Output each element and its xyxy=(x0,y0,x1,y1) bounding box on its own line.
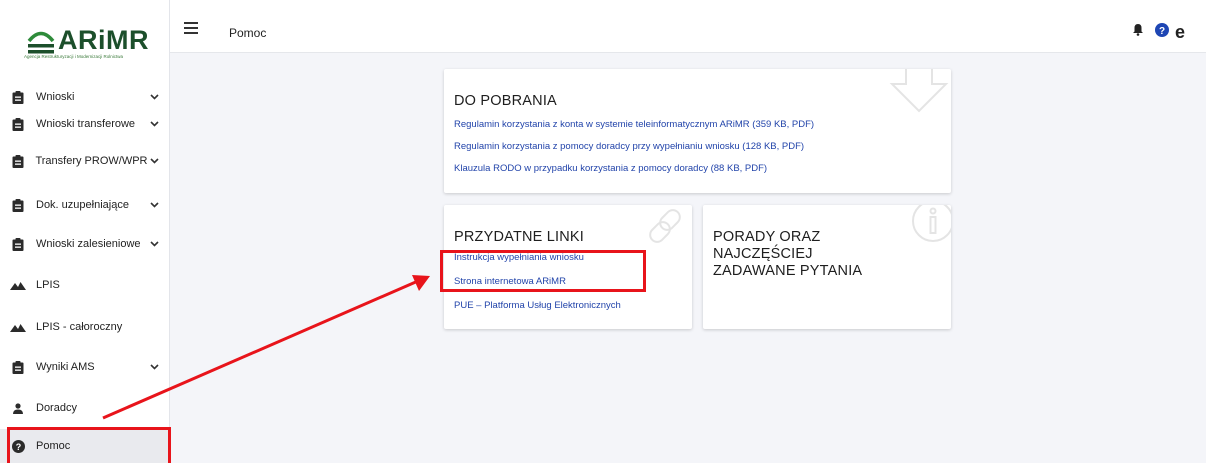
downloads-title: DO POBRANIA xyxy=(454,93,557,109)
download-link-regulamin-doradcy[interactable]: Regulamin korzystania z pomocy doradcy p… xyxy=(454,141,804,152)
sidebar-item-wyniki-ams[interactable]: Wyniki AMS xyxy=(0,347,169,387)
clipboard-icon xyxy=(10,236,26,252)
faq-title-line-3: ZADAWANE PYTANIA xyxy=(713,263,863,279)
link-bg-icon xyxy=(649,209,681,243)
top-bar: Pomoc ? e xyxy=(170,0,1206,53)
sidebar-item-transfery-prow-wpr[interactable]: Transfery PROW/WPR xyxy=(0,141,169,181)
sidebar-item-label: LPIS - całoroczny xyxy=(36,321,123,333)
logo-subtitle: Agencja Restrukturyzacji i Modernizacji … xyxy=(24,54,124,59)
download-bg-icon xyxy=(889,69,949,113)
sidebar-item-lpis-caloroczny[interactable]: LPIS - całoroczny xyxy=(0,307,169,347)
sidebar-item-wnioski-zalesieniowe[interactable]: Wnioski zalesieniowe xyxy=(0,224,169,264)
info-bg-icon xyxy=(912,205,951,242)
highlight-box-links xyxy=(440,250,646,292)
sidebar-item-label: Wyniki AMS xyxy=(36,361,95,373)
link-pue-platforma[interactable]: PUE – Platforma Usług Elektronicznych xyxy=(454,300,621,311)
chevron-down-icon xyxy=(147,121,161,127)
mountain-icon xyxy=(10,319,26,335)
chevron-down-icon xyxy=(147,158,161,164)
page-title: Pomoc xyxy=(229,26,267,40)
chevron-down-icon xyxy=(147,94,161,100)
sidebar-item-label: Wnioski zalesieniowe xyxy=(36,238,141,250)
sidebar: ARiMR Agencja Restrukturyzacji i Moderni… xyxy=(0,0,170,463)
clipboard-icon xyxy=(10,359,26,375)
help-icon[interactable]: ? xyxy=(1155,23,1169,37)
sidebar-item-dok-uzupelniajace[interactable]: Dok. uzupełniające xyxy=(0,185,169,225)
sidebar-item-label: LPIS xyxy=(36,279,60,291)
highlight-box-pomoc xyxy=(7,427,171,463)
sidebar-item-lpis[interactable]: LPIS xyxy=(0,265,169,305)
logo-wordmark: ARiMR xyxy=(58,25,149,55)
svg-text:?: ? xyxy=(1159,26,1165,37)
sidebar-item-wnioski-transferowe[interactable]: Wnioski transferowe xyxy=(0,104,169,144)
faq-card[interactable]: PORADY ORAZ NAJCZĘŚCIEJ ZADAWANE PYTANIA xyxy=(703,205,951,329)
clipboard-icon xyxy=(10,197,26,213)
user-account-icon[interactable]: e xyxy=(1175,22,1185,43)
clipboard-icon xyxy=(10,89,26,105)
logo-mark-icon xyxy=(27,31,55,54)
hamburger-menu-icon[interactable] xyxy=(184,22,198,34)
sidebar-item-label: Doradcy xyxy=(36,402,77,414)
sidebar-item-label: Wnioski transferowe xyxy=(36,118,136,130)
clipboard-icon xyxy=(10,116,26,132)
useful-links-title: PRZYDATNE LINKI xyxy=(454,229,585,245)
faq-title-line-2: NAJCZĘŚCIEJ xyxy=(713,246,813,262)
chevron-down-icon xyxy=(147,202,161,208)
clipboard-icon xyxy=(10,153,25,169)
mountain-icon xyxy=(10,277,26,293)
faq-title-line-1: PORADY ORAZ xyxy=(713,229,821,245)
arimr-logo[interactable]: ARiMR Agencja Restrukturyzacji i Moderni… xyxy=(22,22,152,66)
person-icon xyxy=(10,400,26,416)
chevron-down-icon xyxy=(147,241,161,247)
download-link-klauzula-rodo[interactable]: Klauzula RODO w przypadku korzystania z … xyxy=(454,163,767,174)
sidebar-item-doradcy[interactable]: Doradcy xyxy=(0,388,169,428)
sidebar-item-label: Wnioski xyxy=(36,91,75,103)
chevron-down-icon xyxy=(147,364,161,370)
download-link-regulamin-konta[interactable]: Regulamin korzystania z konta w systemie… xyxy=(454,119,814,130)
sidebar-item-label: Dok. uzupełniające xyxy=(36,199,129,211)
bell-icon[interactable] xyxy=(1133,23,1143,36)
downloads-card: DO POBRANIA Regulamin korzystania z kont… xyxy=(444,69,951,193)
sidebar-item-label: Transfery PROW/WPR xyxy=(35,155,148,167)
